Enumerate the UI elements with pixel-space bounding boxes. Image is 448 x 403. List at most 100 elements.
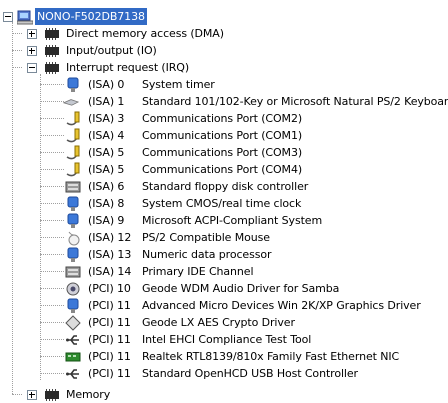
system-device-icon — [67, 77, 79, 92]
collapse-toggle[interactable] — [27, 63, 37, 73]
irq-item[interactable]: (ISA) 4 Communications Port (COM1) — [0, 127, 448, 144]
tree-branch — [40, 339, 64, 340]
system-device-icon — [67, 247, 79, 262]
irq-resource: (ISA) 6 — [88, 180, 125, 193]
irq-resource: (PCI) 11 — [88, 299, 131, 312]
irq-device-name: Intel EHCI Compliance Test Tool — [142, 333, 312, 346]
irq-resource: (PCI) 11 — [88, 350, 131, 363]
irq-device-name: Geode WDM Audio Driver for Samba — [142, 282, 340, 295]
tree-branch — [40, 322, 64, 323]
irq-item[interactable]: (ISA) 6 Standard floppy disk controller — [0, 178, 448, 195]
mouse-icon — [68, 231, 80, 246]
disk-controller-icon — [65, 266, 81, 278]
irq-item[interactable]: (PCI) 11 Standard OpenHCD USB Host Contr… — [0, 365, 448, 382]
irq-device-name: Communications Port (COM3) — [142, 146, 303, 159]
tree-branch — [40, 288, 64, 289]
display-adapter-icon — [67, 298, 79, 313]
irq-item[interactable]: (ISA) 1 Standard 101/102-Key or Microsof… — [0, 93, 448, 110]
expand-toggle[interactable] — [27, 46, 37, 56]
irq-device-name: Numeric data processor — [142, 248, 272, 261]
tree-root[interactable]: NONO-F502DB7138 — [0, 8, 448, 25]
irq-item[interactable]: (ISA) 5 Communications Port (COM4) — [0, 161, 448, 178]
irq-item[interactable]: (ISA) 0 System timer — [0, 76, 448, 93]
irq-device-name: System CMOS/real time clock — [142, 197, 302, 210]
computer-icon — [17, 10, 33, 25]
irq-device-name: Communications Port (COM1) — [142, 129, 303, 142]
irq-resource: (PCI) 11 — [88, 367, 131, 380]
irq-resource: (ISA) 3 — [88, 112, 125, 125]
irq-item[interactable]: (PCI) 10 Geode WDM Audio Driver for Samb… — [0, 280, 448, 297]
irq-device-name: Standard OpenHCD USB Host Controller — [142, 367, 358, 380]
irq-resource: (PCI) 11 — [88, 333, 131, 346]
crypto-device-icon — [65, 315, 81, 331]
irq-device-name: Advanced Micro Devices Win 2K/XP Graphic… — [142, 299, 421, 312]
category-memory[interactable]: Memory — [0, 386, 448, 403]
irq-item[interactable]: (PCI) 11 Advanced Micro Devices Win 2K/X… — [0, 297, 448, 314]
system-device-icon — [67, 196, 79, 211]
irq-resource: (ISA) 4 — [88, 129, 125, 142]
irq-item[interactable]: (ISA) 5 Communications Port (COM3) — [0, 144, 448, 161]
irq-item[interactable]: (PCI) 11 Geode LX AES Crypto Driver — [0, 314, 448, 331]
port-icon — [66, 145, 80, 160]
irq-resource: (PCI) 11 — [88, 316, 131, 329]
tree-branch — [40, 135, 64, 136]
device-category-icon — [45, 28, 59, 40]
device-category-icon — [45, 45, 59, 57]
irq-item[interactable]: (ISA) 8 System CMOS/real time clock — [0, 195, 448, 212]
irq-resource: (ISA) 0 — [88, 78, 125, 91]
tree-branch — [40, 254, 64, 255]
tree-branch — [40, 186, 64, 187]
irq-device-name: Primary IDE Channel — [142, 265, 254, 278]
keyboard-icon — [63, 99, 79, 106]
irq-device-name: Standard floppy disk controller — [142, 180, 309, 193]
category-label: Interrupt request (IRQ) — [66, 61, 190, 74]
tree-branch — [40, 373, 64, 374]
expand-toggle[interactable] — [27, 29, 37, 39]
network-adapter-icon — [65, 352, 81, 362]
usb-icon — [66, 335, 79, 345]
irq-item[interactable]: (ISA) 9 Microsoft ACPI-Compliant System — [0, 212, 448, 229]
expand-toggle[interactable] — [27, 390, 37, 400]
root-label[interactable]: NONO-F502DB7138 — [35, 8, 147, 25]
irq-resource: (ISA) 13 — [88, 248, 132, 261]
irq-device-name: Standard 101/102-Key or Microsoft Natura… — [142, 95, 448, 108]
category-label: Memory — [66, 388, 111, 401]
device-tree: NONO-F502DB7138 Direct memory access (DM… — [0, 0, 448, 403]
irq-device-name: Communications Port (COM2) — [142, 112, 303, 125]
irq-resource: (ISA) 8 — [88, 197, 125, 210]
irq-item[interactable]: (ISA) 12 PS/2 Compatible Mouse — [0, 229, 448, 246]
port-icon — [66, 128, 80, 143]
tree-branch — [40, 305, 64, 306]
tree-branch — [40, 356, 64, 357]
irq-item[interactable]: (PCI) 11 Realtek RTL8139/810x Family Fas… — [0, 348, 448, 365]
irq-device-name: Microsoft ACPI-Compliant System — [142, 214, 323, 227]
irq-item[interactable]: (ISA) 3 Communications Port (COM2) — [0, 110, 448, 127]
device-category-icon — [45, 62, 59, 74]
irq-resource: (ISA) 5 — [88, 146, 125, 159]
tree-branch — [40, 271, 64, 272]
tree-branch — [40, 237, 64, 238]
category-io[interactable]: Input/output (IO) — [0, 42, 448, 59]
tree-branch — [40, 84, 64, 85]
irq-resource: (ISA) 14 — [88, 265, 132, 278]
category-irq[interactable]: Interrupt request (IRQ) — [0, 59, 448, 76]
irq-device-name: Geode LX AES Crypto Driver — [142, 316, 295, 329]
irq-device-name: Communications Port (COM4) — [142, 163, 303, 176]
port-icon — [66, 111, 80, 126]
irq-item[interactable]: (ISA) 14 Primary IDE Channel — [0, 263, 448, 280]
irq-device-name: PS/2 Compatible Mouse — [142, 231, 270, 244]
collapse-toggle[interactable] — [3, 12, 13, 22]
tree-branch — [40, 152, 64, 153]
irq-item[interactable]: (ISA) 13 Numeric data processor — [0, 246, 448, 263]
irq-resource: (PCI) 10 — [88, 282, 131, 295]
audio-icon — [66, 282, 80, 296]
irq-device-name: Realtek RTL8139/810x Family Fast Etherne… — [142, 350, 400, 363]
category-label: Direct memory access (DMA) — [66, 27, 224, 40]
irq-resource: (ISA) 5 — [88, 163, 125, 176]
category-dma[interactable]: Direct memory access (DMA) — [0, 25, 448, 42]
tree-branch — [40, 169, 64, 170]
irq-resource: (ISA) 9 — [88, 214, 125, 227]
port-icon — [66, 162, 80, 177]
irq-item[interactable]: (PCI) 11 Intel EHCI Compliance Test Tool — [0, 331, 448, 348]
irq-resource: (ISA) 12 — [88, 231, 132, 244]
